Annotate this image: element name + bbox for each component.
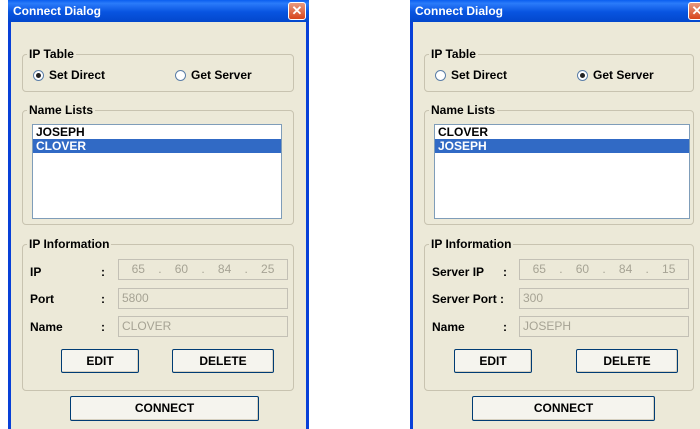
ip-information-group: IP Information IP : 65 . 60 . 84 . 25 Po… xyxy=(22,237,294,391)
ip-dot: . xyxy=(201,262,205,276)
connect-dialog-left: Connect Dialog ✕ IP Table Set Direct Get… xyxy=(8,0,309,429)
ip-information-group: IP Information Server IP : 65 . 60 . 84 … xyxy=(424,237,694,391)
list-item[interactable]: CLOVER xyxy=(435,125,689,139)
name-field[interactable]: CLOVER xyxy=(118,316,288,337)
radio-get-server-label: Get Server xyxy=(593,68,654,82)
ip-octet-1: 65 xyxy=(131,262,145,276)
radio-set-direct[interactable]: Set Direct xyxy=(33,68,105,82)
name-label: Name xyxy=(432,320,465,334)
name-label: Name xyxy=(30,320,63,334)
list-item-selected[interactable]: CLOVER xyxy=(33,139,281,153)
ip-octet-1: 65 xyxy=(532,262,546,276)
ip-address-field[interactable]: 65 . 60 . 84 . 25 xyxy=(118,259,288,280)
ip-octet-3: 84 xyxy=(217,262,232,276)
ip-table-group: IP Table Set Direct Get Server xyxy=(424,47,694,92)
name-listbox[interactable]: JOSEPH CLOVER xyxy=(32,124,282,219)
name-colon: : xyxy=(503,320,507,334)
edit-button[interactable]: EDIT xyxy=(61,349,139,373)
radio-set-direct[interactable]: Set Direct xyxy=(435,68,507,82)
ip-octet-4: 15 xyxy=(662,262,676,276)
dialog-title: Connect Dialog xyxy=(13,4,102,18)
edit-button[interactable]: EDIT xyxy=(454,349,532,373)
ip-octet-3: 84 xyxy=(618,262,633,276)
server-port-label: Server Port : xyxy=(432,292,505,306)
list-item[interactable]: JOSEPH xyxy=(33,125,281,139)
radio-get-server-icon xyxy=(577,69,588,81)
server-ip-label: Server IP xyxy=(432,265,485,279)
radio-get-server-label: Get Server xyxy=(191,68,252,82)
name-lists-legend: Name Lists xyxy=(27,103,96,117)
ip-dot: . xyxy=(244,262,248,276)
name-lists-group: Name Lists JOSEPH CLOVER xyxy=(22,103,294,225)
radio-set-direct-label: Set Direct xyxy=(49,68,106,82)
connect-button[interactable]: CONNECT xyxy=(472,396,655,421)
title-bar[interactable]: Connect Dialog ✕ xyxy=(8,0,309,22)
connect-dialog-right: Connect Dialog ✕ IP Table Set Direct Get… xyxy=(410,0,700,429)
ip-information-legend: IP Information xyxy=(429,237,514,251)
name-colon: : xyxy=(101,320,105,334)
title-bar[interactable]: Connect Dialog ✕ xyxy=(410,0,700,22)
connect-button[interactable]: CONNECT xyxy=(70,396,259,421)
ip-dot: . xyxy=(559,262,563,276)
radio-get-server[interactable]: Get Server xyxy=(577,68,654,82)
name-field[interactable]: JOSEPH xyxy=(519,316,689,337)
radio-set-direct-icon xyxy=(33,69,44,81)
port-field[interactable]: 5800 xyxy=(118,288,288,309)
ip-dot: . xyxy=(645,262,649,276)
name-listbox[interactable]: CLOVER JOSEPH xyxy=(434,124,690,219)
port-label: Port xyxy=(30,292,54,306)
ip-dot: . xyxy=(158,262,162,276)
ip-octet-2: 60 xyxy=(575,262,590,276)
close-icon: ✕ xyxy=(691,3,700,18)
radio-get-server[interactable]: Get Server xyxy=(175,68,252,82)
radio-get-server-icon xyxy=(175,69,186,81)
close-button[interactable]: ✕ xyxy=(688,2,700,20)
port-colon: : xyxy=(101,292,105,306)
ip-octet-4: 25 xyxy=(261,262,275,276)
ip-table-group: IP Table Set Direct Get Server xyxy=(22,47,294,92)
name-lists-legend: Name Lists xyxy=(429,103,498,117)
close-icon: ✕ xyxy=(291,3,303,18)
dialog-title: Connect Dialog xyxy=(415,4,504,18)
delete-button[interactable]: DELETE xyxy=(576,349,678,373)
ip-information-legend: IP Information xyxy=(27,237,112,251)
ip-table-legend: IP Table xyxy=(27,47,76,61)
delete-button[interactable]: DELETE xyxy=(172,349,274,373)
ip-octet-2: 60 xyxy=(174,262,189,276)
ip-dot: . xyxy=(602,262,606,276)
list-item-selected[interactable]: JOSEPH xyxy=(435,139,689,153)
radio-set-direct-icon xyxy=(435,69,446,81)
ip-colon: : xyxy=(101,265,105,279)
server-ip-colon: : xyxy=(503,265,507,279)
name-lists-group: Name Lists CLOVER JOSEPH xyxy=(424,103,694,225)
ip-table-legend: IP Table xyxy=(429,47,478,61)
server-ip-field[interactable]: 65 . 60 . 84 . 15 xyxy=(519,259,689,280)
server-port-field[interactable]: 300 xyxy=(519,288,689,309)
close-button[interactable]: ✕ xyxy=(288,2,306,20)
ip-label: IP xyxy=(30,265,42,279)
radio-set-direct-label: Set Direct xyxy=(451,68,508,82)
